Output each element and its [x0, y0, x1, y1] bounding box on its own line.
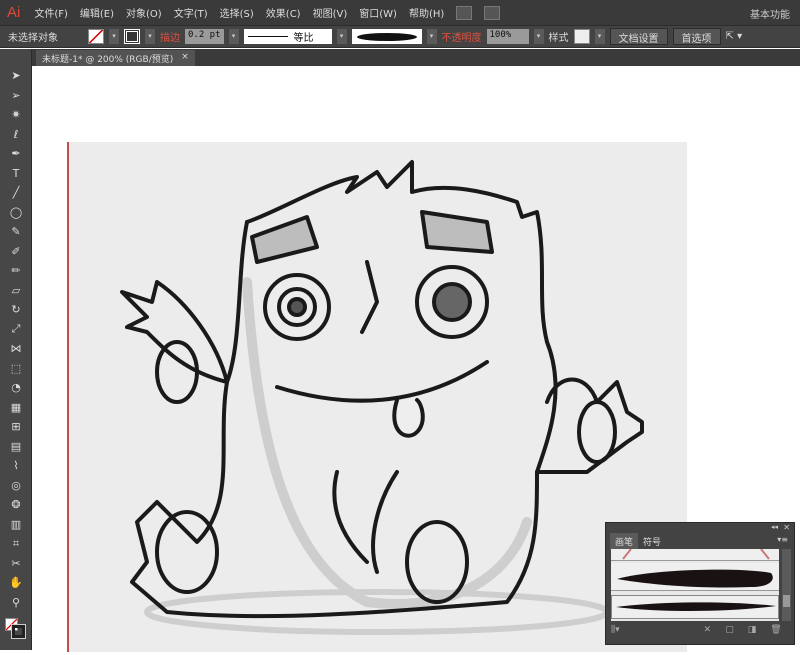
brush-dropdown[interactable]: ▾ [426, 29, 437, 44]
pen-tool-icon[interactable]: ✒ [0, 144, 32, 164]
blend-tool-icon[interactable]: ◎ [0, 476, 32, 496]
opacity-label[interactable]: 不透明度 [442, 29, 482, 44]
style-swatch[interactable] [573, 29, 590, 44]
document-tab-bar: 未标题-1* @ 200% (RGB/预览) × [32, 49, 800, 66]
menu-select[interactable]: 选择(S) [220, 5, 254, 20]
type-tool-icon[interactable]: T [0, 164, 32, 184]
column-graph-tool-icon[interactable]: ▥ [0, 515, 32, 535]
stroke-dropdown[interactable]: ▾ [145, 29, 155, 44]
fill-dropdown[interactable]: ▾ [109, 29, 119, 44]
symbol-sprayer-tool-icon[interactable]: ❂ [0, 495, 32, 515]
hand-tool-icon[interactable]: ✋ [0, 573, 32, 593]
style-label: 样式 [548, 33, 569, 44]
opacity-dropdown[interactable]: ▾ [533, 29, 544, 44]
stroke-weight-dropdown[interactable]: ▾ [228, 29, 239, 44]
stroke-profile-dropdown[interactable]: ▾ [336, 29, 347, 44]
menu-bar: Ai 文件(F) 编辑(E) 对象(O) 文字(T) 选择(S) 效果(C) 视… [0, 0, 800, 25]
pencil-tool-icon[interactable]: ✐ [0, 242, 32, 262]
bridge-icon[interactable] [456, 5, 473, 20]
arrange-icon[interactable]: ⇱ ▾ [726, 31, 743, 42]
remove-stroke-icon[interactable]: ✕ [704, 625, 712, 635]
width-tool-icon[interactable]: ⋈ [0, 339, 32, 359]
arrange-documents-icon[interactable] [484, 5, 501, 20]
style-dropdown[interactable]: ▾ [594, 29, 605, 44]
shape-builder-tool-icon[interactable]: ◔ [0, 378, 32, 398]
stroke-profile-select[interactable]: 等比 [243, 29, 332, 44]
panel-menu-icon[interactable]: ▾≡ [777, 535, 788, 544]
menu-window[interactable]: 窗口(W) [359, 5, 397, 20]
brushes-panel: ◂◂ ✕ 画笔 符号 ▾≡ ⫼▾ ✕ ▢ ◨ 🗑 [605, 522, 795, 645]
zoom-tool-icon[interactable]: ⚲ [0, 593, 32, 613]
eraser-tool-icon[interactable]: ▱ [0, 281, 32, 301]
magic-wand-tool-icon[interactable]: ✷ [0, 105, 32, 125]
menu-edit[interactable]: 编辑(E) [80, 5, 114, 20]
brush-libraries-icon[interactable]: ⫼▾ [611, 625, 620, 635]
menu-help[interactable]: 帮助(H) [409, 5, 444, 20]
workspace-switcher[interactable]: 基本功能 [750, 6, 790, 21]
control-bar: 未选择对象 ▾ ▾ 描边 0.2 pt ▾ 等比 ▾ ▾ 不透明度 100% ▾… [0, 25, 800, 48]
gradient-tool-icon[interactable]: ▤ [0, 437, 32, 457]
ellipse-tool-icon[interactable]: ◯ [0, 203, 32, 223]
menu-object[interactable]: 对象(O) [126, 5, 162, 20]
app-logo: Ai [7, 4, 21, 21]
brush-options-icon[interactable]: ▢ [725, 625, 734, 635]
brush-definition-select[interactable] [351, 29, 422, 44]
opacity-input[interactable]: 100% [486, 29, 529, 44]
stroke-weight-input[interactable]: 0.2 pt [185, 29, 224, 44]
stroke-label[interactable]: 描边 [160, 29, 180, 44]
selection-tool-icon[interactable]: ➤ [0, 66, 32, 86]
free-transform-tool-icon[interactable]: ⬚ [0, 359, 32, 379]
document-tab-title: 未标题-1* @ 200% (RGB/预览) [42, 55, 174, 65]
delete-icon[interactable]: 🗑 [770, 625, 781, 635]
scrollbar[interactable] [782, 549, 791, 621]
menu-view[interactable]: 视图(V) [313, 5, 348, 20]
preferences-button[interactable]: 首选项 [672, 28, 721, 45]
direct-selection-tool-icon[interactable]: ➢ [0, 86, 32, 106]
scale-tool-icon[interactable]: ⤢ [0, 320, 32, 340]
close-icon[interactable]: × [181, 52, 189, 64]
stroke-swatch[interactable] [124, 29, 140, 44]
tab-brushes[interactable]: 画笔 [610, 533, 639, 550]
brush-item[interactable] [611, 548, 779, 561]
line-tool-icon[interactable]: ╱ [0, 183, 32, 203]
menu-file[interactable]: 文件(F) [34, 5, 68, 20]
tab-symbols[interactable]: 符号 [638, 533, 667, 550]
slice-tool-icon[interactable]: ✂ [0, 554, 32, 574]
fill-stroke-icon[interactable] [0, 616, 31, 640]
document-setup-button[interactable]: 文档设置 [609, 28, 668, 45]
blob-brush-tool-icon[interactable]: ✏ [0, 261, 32, 281]
paintbrush-tool-icon[interactable]: ✎ [0, 222, 32, 242]
tools-panel: ➤ ➢ ✷ ℓ ✒ T ╱ ◯ ✎ ✐ ✏ ▱ ↻ ⤢ ⋈ ⬚ ◔ ▦ ⊞ ▤ ⌇ ◎ ❂ ▥ ⌗ ✂ ✋ ⚲ [0, 49, 32, 650]
menu-type[interactable]: 文字(T) [174, 5, 208, 20]
artboard-edge [67, 142, 69, 652]
stroke-profile-label: 等比 [293, 33, 314, 44]
brush-list [611, 548, 779, 621]
document-tab[interactable]: 未标题-1* @ 200% (RGB/预览) × [36, 50, 195, 66]
mesh-tool-icon[interactable]: ⊞ [0, 417, 32, 437]
selection-status: 未选择对象 [8, 33, 58, 44]
lasso-tool-icon[interactable]: ℓ [0, 125, 32, 145]
close-panel-icon[interactable]: ✕ [783, 523, 790, 532]
collapse-icon[interactable]: ◂◂ [771, 523, 778, 531]
eyedropper-tool-icon[interactable]: ⌇ [0, 456, 32, 476]
rotate-tool-icon[interactable]: ↻ [0, 300, 32, 320]
brush-item[interactable] [611, 563, 779, 591]
artboard-tool-icon[interactable]: ⌗ [0, 534, 32, 554]
fill-swatch[interactable] [88, 29, 104, 44]
new-brush-icon[interactable]: ◨ [748, 625, 757, 635]
menu-effect[interactable]: 效果(C) [266, 5, 301, 20]
brush-item-selected[interactable] [611, 595, 779, 619]
perspective-tool-icon[interactable]: ▦ [0, 398, 32, 418]
placed-sketch-image [67, 142, 687, 652]
